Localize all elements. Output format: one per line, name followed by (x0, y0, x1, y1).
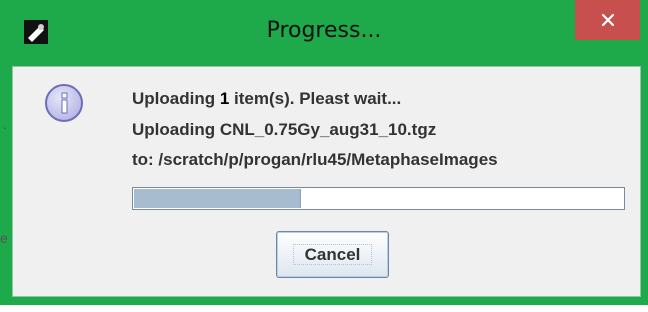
upload-destination-message: to: /scratch/p/progan/rlu45/MetaphaseIma… (132, 150, 498, 169)
upload-count-prefix: Uploading (132, 89, 220, 108)
focus-indicator (293, 244, 372, 265)
upload-count-message: Uploading 1 item(s). Pleast wait... (132, 89, 401, 109)
upload-progress-bar (132, 187, 625, 210)
cancel-button[interactable]: Cancel (276, 231, 389, 278)
information-icon (45, 84, 83, 122)
close-button[interactable] (575, 0, 640, 40)
upload-item-count: 1 (219, 89, 230, 108)
progress-dialog-window: Progress... Uploading 1 item(s). Pleast … (0, 0, 648, 305)
upload-count-suffix: item(s). Pleast wait... (229, 89, 402, 108)
close-icon (601, 13, 614, 27)
progress-bar-fill (134, 189, 301, 208)
title-bar[interactable]: Progress... (0, 0, 648, 66)
background-text-fragment: e (0, 230, 8, 246)
background-text-fragment: . (3, 116, 7, 132)
dialog-content: Uploading 1 item(s). Pleast wait... Uplo… (12, 66, 641, 297)
window-title: Progress... (266, 18, 382, 43)
upload-file-message: Uploading CNL_0.75Gy_aug31_10.tgz (132, 120, 437, 139)
